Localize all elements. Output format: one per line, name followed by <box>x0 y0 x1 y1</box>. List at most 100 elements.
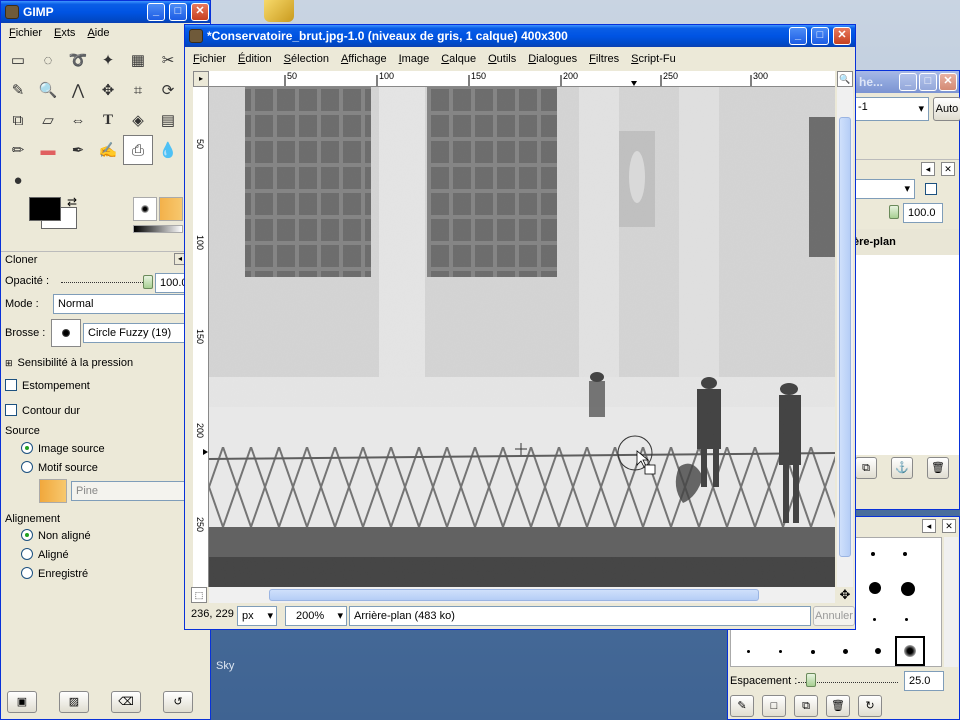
cancel-button[interactable]: Annuler <box>813 606 855 626</box>
foreground-color-swatch[interactable] <box>29 197 61 221</box>
image-canvas[interactable] <box>209 87 835 587</box>
refresh-brushes-icon[interactable]: ↻ <box>858 695 882 717</box>
anchor-layer-icon[interactable]: ⚓ <box>891 457 913 479</box>
duplicate-layer-icon[interactable]: ⧉ <box>855 457 877 479</box>
tab-menu-icon[interactable]: ◂ <box>922 519 936 533</box>
duplicate-brush-icon[interactable]: ⧉ <box>794 695 818 717</box>
opacity-slider[interactable] <box>61 275 151 283</box>
airbrush-tool-icon[interactable]: ✒ <box>63 135 93 165</box>
ink-tool-icon[interactable]: ✍ <box>93 135 123 165</box>
brush-dot[interactable] <box>901 582 915 596</box>
desktop-shortcut-icon[interactable] <box>264 0 294 22</box>
vertical-ruler[interactable]: 50 100 150 200 250 <box>193 87 209 587</box>
auto-button[interactable]: Auto <box>933 97 960 121</box>
menu-edition[interactable]: Édition <box>232 50 278 68</box>
brush-dot[interactable] <box>875 648 881 654</box>
dodge-burn-tool-icon[interactable]: ● <box>3 165 33 195</box>
mode-select[interactable]: Normal <box>53 294 193 314</box>
maximize-button[interactable]: □ <box>169 3 187 21</box>
menu-affichage[interactable]: Affichage <box>335 50 393 68</box>
tab-close-icon[interactable]: ✕ <box>941 162 955 176</box>
menu-selection[interactable]: Sélection <box>278 50 335 68</box>
blend-tool-icon[interactable]: ▤ <box>153 105 183 135</box>
source-pattern-radio-dot[interactable] <box>21 461 33 473</box>
brush-dot[interactable] <box>905 618 908 621</box>
zoom-tool-icon[interactable]: 🔍 <box>33 75 63 105</box>
color-picker-tool-icon[interactable]: ✎ <box>3 75 33 105</box>
menu-fichier[interactable]: Fichier <box>187 50 232 68</box>
menu-outils[interactable]: Outils <box>482 50 522 68</box>
maximize-button[interactable]: □ <box>811 27 829 45</box>
rect-select-tool-icon[interactable]: ▭ <box>3 45 33 75</box>
restore-options-icon[interactable]: ▨ <box>59 691 89 713</box>
delete-options-icon[interactable]: ⌫ <box>111 691 141 713</box>
brush-dot[interactable] <box>811 650 815 654</box>
brush-dot[interactable] <box>871 552 875 556</box>
zoom-fit-icon[interactable]: 🔍 <box>837 71 853 87</box>
dock-close-button[interactable]: ✕ <box>939 73 957 91</box>
brush-selected[interactable] <box>895 636 925 666</box>
flip-tool-icon[interactable]: ⇔ <box>63 105 93 135</box>
brush-dot[interactable] <box>843 649 848 654</box>
menu-exts[interactable]: Exts <box>48 24 81 42</box>
align-aligned-radio[interactable]: Aligné <box>21 548 69 561</box>
image-menu-arrow-icon[interactable]: ▸ <box>193 71 209 87</box>
source-image-radio-dot[interactable] <box>21 442 33 454</box>
close-button[interactable]: ✕ <box>833 27 851 45</box>
align-aligned-radio-dot[interactable] <box>21 548 33 560</box>
measure-tool-icon[interactable]: ⋀ <box>63 75 93 105</box>
minimize-button[interactable]: _ <box>789 27 807 45</box>
smudge-tool-icon[interactable]: 💧 <box>153 135 183 165</box>
scale-tool-icon[interactable]: ⧉ <box>3 105 33 135</box>
tab-menu-icon[interactable]: ◂ <box>921 162 935 176</box>
pattern-preview[interactable] <box>159 197 183 221</box>
lock-alpha-checkbox[interactable] <box>925 183 937 195</box>
pattern-swatch-button[interactable] <box>39 479 67 503</box>
menu-dialogues[interactable]: Dialogues <box>522 50 583 68</box>
layer-opacity-field[interactable]: 100.0 <box>903 203 943 223</box>
menu-calque[interactable]: Calque <box>435 50 482 68</box>
brush-grid-scroll[interactable] <box>944 537 958 667</box>
move-tool-icon[interactable]: ✥ <box>93 75 123 105</box>
delete-brush-icon[interactable]: 🗑 <box>826 695 850 717</box>
layer-mode-select[interactable]: ▾ <box>853 179 915 199</box>
tab-close-icon[interactable]: ✕ <box>942 519 956 533</box>
vertical-scrollbar[interactable] <box>837 87 853 587</box>
quick-mask-icon[interactable]: ⬚ <box>191 587 207 603</box>
horizontal-scrollbar-thumb[interactable] <box>269 589 759 601</box>
brush-dot[interactable] <box>779 650 782 653</box>
image-window-titlebar[interactable]: *Conservatoire_brut.jpg-1.0 (niveaux de … <box>185 25 855 47</box>
align-registered-radio[interactable]: Enregistré <box>21 567 88 580</box>
horizontal-scrollbar[interactable] <box>209 587 835 603</box>
zoom-select[interactable]: 200% ▾ <box>285 606 347 626</box>
align-registered-radio-dot[interactable] <box>21 567 33 579</box>
brush-button[interactable] <box>51 319 81 347</box>
brush-dot[interactable] <box>903 552 907 556</box>
bucket-fill-tool-icon[interactable]: ◈ <box>123 105 153 135</box>
align-none-radio-dot[interactable] <box>21 529 33 541</box>
vertical-scrollbar-thumb[interactable] <box>839 117 851 557</box>
menu-image[interactable]: Image <box>393 50 436 68</box>
close-button[interactable]: ✕ <box>191 3 209 21</box>
rotate-tool-icon[interactable]: ⟳ <box>153 75 183 105</box>
brush-preview[interactable] <box>133 197 157 221</box>
eraser-tool-icon[interactable]: ▬ <box>33 135 63 165</box>
edit-brush-icon[interactable]: ✎ <box>730 695 754 717</box>
hard-edge-checkbox-box[interactable] <box>5 404 17 416</box>
crop-tool-icon[interactable]: ⌗ <box>123 75 153 105</box>
dock-maximize-button[interactable]: □ <box>919 73 937 91</box>
toolbox-titlebar[interactable]: GIMP _ □ ✕ <box>1 1 210 23</box>
unit-select[interactable]: px ▾ <box>237 606 277 626</box>
minimize-button[interactable]: _ <box>147 3 165 21</box>
fade-checkbox[interactable]: Estompement <box>5 379 90 392</box>
hard-edge-checkbox[interactable]: Contour dur <box>5 404 80 417</box>
brush-dot[interactable] <box>873 618 876 621</box>
layers-dock-titlebar[interactable]: he... _ □ ✕ <box>853 71 959 93</box>
brush-dot[interactable] <box>869 582 881 594</box>
lasso-tool-icon[interactable]: ➰ <box>63 45 93 75</box>
source-pattern-radio[interactable]: Motif source <box>21 461 98 474</box>
dock-minimize-button[interactable]: _ <box>899 73 917 91</box>
menu-filtres[interactable]: Filtres <box>583 50 625 68</box>
pressure-expander[interactable]: ⊞ Sensibilité à la pression <box>5 357 133 369</box>
shear-tool-icon[interactable]: ▱ <box>33 105 63 135</box>
